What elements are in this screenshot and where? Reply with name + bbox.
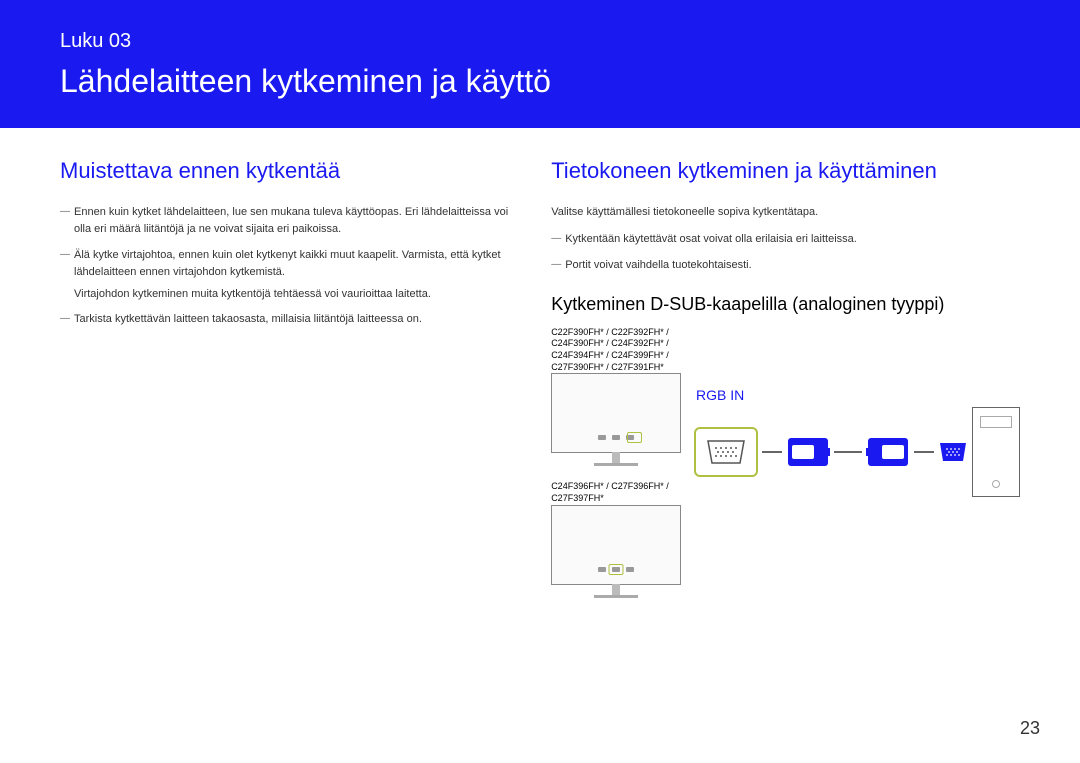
monitor-block-1: C22F390FH* / C22F392FH* / C24F390FH* / C… — [551, 327, 684, 454]
vga-connector-icon — [866, 434, 910, 470]
monitor-back-icon — [551, 505, 681, 585]
chapter-label: Luku 03 — [60, 30, 1020, 53]
model-list-1: C22F390FH* / C22F392FH* / C24F390FH* / C… — [551, 327, 684, 374]
vga-port-icon — [694, 427, 758, 477]
computer-icon — [972, 407, 1020, 497]
left-column: Muistettava ennen kytkentää Ennen kuin k… — [60, 158, 511, 607]
chapter-header: Luku 03 Lähdelaitteen kytkeminen ja käyt… — [0, 0, 1080, 128]
monitor-back-icon — [551, 373, 681, 453]
right-column: Tietokoneen kytkeminen ja käyttäminen Va… — [551, 158, 1020, 607]
rgb-in-label: RGB IN — [696, 387, 1020, 403]
cable-diagram — [694, 407, 1020, 497]
intro-text: Valitse käyttämällesi tietokoneelle sopi… — [551, 204, 1020, 221]
vga-connector-icon — [786, 434, 830, 470]
note-item: Ennen kuin kytket lähdelaitteen, lue sen… — [60, 204, 511, 237]
monitor-column: C22F390FH* / C22F392FH* / C24F390FH* / C… — [551, 327, 684, 607]
cable-line-icon — [914, 451, 934, 453]
monitor-block-2: C24F396FH* / C27F396FH* / C27F397FH* — [551, 481, 684, 584]
note-item: Tarkista kytkettävän laitteen takaosasta… — [60, 311, 511, 328]
left-section-heading: Muistettava ennen kytkentää — [60, 158, 511, 184]
cable-line-icon — [834, 451, 862, 453]
note-item: Portit voivat vaihdella tuotekohtaisesti… — [551, 257, 1020, 274]
note-item: Kytkentään käytettävät osat voivat olla … — [551, 231, 1020, 248]
content-area: Muistettava ennen kytkentää Ennen kuin k… — [0, 128, 1080, 607]
sub-heading: Kytkeminen D-SUB-kaapelilla (analoginen … — [551, 294, 1020, 315]
vga-port-small-icon — [938, 441, 968, 463]
note-item: Älä kytke virtajohtoa, ennen kuin olet k… — [60, 247, 511, 280]
page-number: 23 — [1020, 718, 1040, 739]
rgb-connection: RGB IN — [694, 327, 1020, 497]
model-list-2: C24F396FH* / C27F396FH* / C27F397FH* — [551, 481, 684, 504]
connection-diagram: C22F390FH* / C22F392FH* / C24F390FH* / C… — [551, 327, 1020, 607]
note-sub: Virtajohdon kytkeminen muita kytkentöjä … — [60, 286, 511, 303]
chapter-title: Lähdelaitteen kytkeminen ja käyttö — [60, 63, 1020, 100]
cable-line-icon — [762, 451, 782, 453]
right-section-heading: Tietokoneen kytkeminen ja käyttäminen — [551, 158, 1020, 184]
